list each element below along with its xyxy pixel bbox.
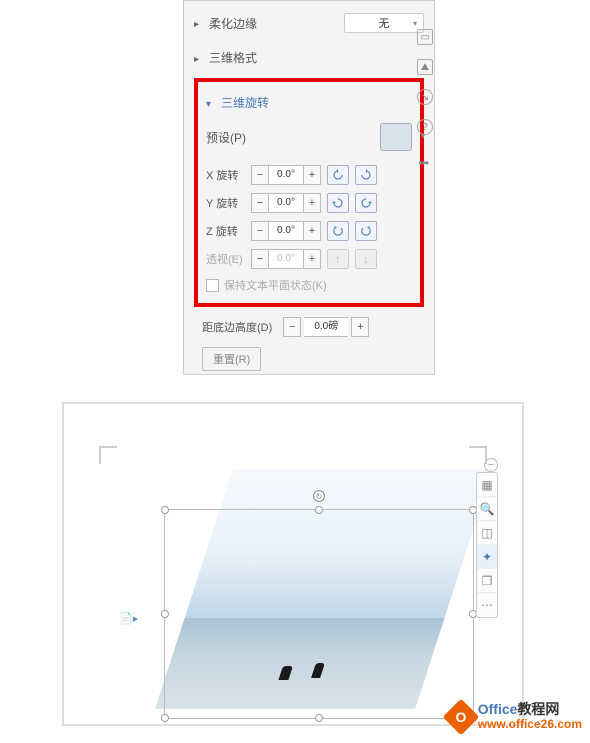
preset-dropdown[interactable]: ▾ [380,123,412,151]
distance-label: 距底边高度(D) [202,319,272,335]
3d-format-label: 三维格式 [209,49,257,66]
resize-handle-tl[interactable] [161,506,169,514]
panel-side-icons: ▭ ⛰ ↘ ? [414,29,436,135]
3d-format-section[interactable]: 三维格式 [194,45,424,70]
3d-rotation-header[interactable]: 三维旋转 [206,94,412,111]
reset-button[interactable]: 重置(R) [202,347,261,371]
watermark: Office教程网 www.office26.com [448,702,582,731]
z-value[interactable]: 0.0° [269,221,303,241]
y-plus-button[interactable]: + [303,193,321,213]
selection-frame[interactable] [164,509,474,719]
crop-mark-tl [99,446,117,464]
layer-icon[interactable]: ❐ [477,569,497,593]
x-rotate-left-button[interactable] [327,165,349,185]
perspective-plus-button: + [303,249,321,269]
z-minus-button[interactable]: − [251,221,269,241]
distance-minus-button[interactable]: − [283,317,301,337]
z-rotation-spinner: − 0.0° + [251,221,321,241]
x-rotation-spinner: − 0.0° + [251,165,321,185]
arrow-up-icon: ↑ [335,252,341,266]
perspective-down-button: ↓ [355,249,377,269]
collapse-button[interactable]: − [484,458,498,472]
fill-icon[interactable]: ▦ [477,473,497,497]
x-value[interactable]: 0.0° [269,165,303,185]
watermark-brand1: Office [478,701,518,717]
resize-handle-l[interactable] [161,610,169,618]
x-rotate-right-button[interactable] [355,165,377,185]
help-icon[interactable]: ? [417,119,433,135]
3d-rotation-label: 三维旋转 [221,94,269,111]
preset-row: 预设(P) ▾ [206,123,412,151]
image-toolbar: ▦ 🔍 ◫ ✦ ❐ ⋯ [476,472,498,618]
soft-edges-label: 柔化边缘 [209,15,257,32]
keep-text-flat-row[interactable]: 保持文本平面状态(K) [206,277,412,293]
distance-row: 距底边高度(D) − 0.0磅 + [202,317,416,337]
watermark-brand2: 教程网 [517,701,559,717]
clipboard-icon[interactable]: ▭ [417,29,433,45]
preset-label: 预设(P) [206,129,246,146]
y-rotation-label: Y 旋转 [206,195,248,211]
crop-icon[interactable]: ◫ [477,521,497,545]
arrow-down-icon: ↓ [363,252,369,266]
watermark-logo [442,698,479,735]
y-rotation-row: Y 旋转 − 0.0° + [206,193,412,213]
perspective-label: 透视(E) [206,251,248,267]
z-rotate-ccw-button[interactable] [327,221,349,241]
format-panel: 柔化边缘 无 三维格式 三维旋转 预设(P) ▾ [183,0,435,375]
z-rotate-cw-button[interactable] [355,221,377,241]
z-rotation-label: Z 旋转 [206,223,248,239]
bottom-section: 距底边高度(D) − 0.0磅 + 重置(R) [194,307,424,381]
watermark-url: www.office26.com [478,718,582,731]
menu-dots-icon[interactable]: ••• [418,156,428,170]
resize-handle-bl[interactable] [161,714,169,722]
y-rotate-down-button[interactable] [355,193,377,213]
keep-text-flat-label: 保持文本平面状态(K) [224,277,327,293]
highlight-box: 三维旋转 预设(P) ▾ X 旋转 − 0.0° + [194,78,424,307]
y-value[interactable]: 0.0° [269,193,303,213]
anchor-icon: 📄▸ [119,612,138,625]
soft-edges-dropdown[interactable]: 无 [344,13,424,33]
perspective-spinner: − 0.0° + [251,249,321,269]
x-minus-button[interactable]: − [251,165,269,185]
picture-icon[interactable]: ⛰ [417,59,433,75]
y-minus-button[interactable]: − [251,193,269,213]
document-canvas: 📄▸ − ▦ 🔍 ◫ ✦ ❐ ⋯ [62,402,524,726]
x-plus-button[interactable]: + [303,165,321,185]
x-rotation-row: X 旋转 − 0.0° + [206,165,412,185]
resize-handle-t[interactable] [315,506,323,514]
y-rotate-up-button[interactable] [327,193,349,213]
more-icon[interactable]: ⋯ [477,593,497,617]
perspective-up-button: ↑ [327,249,349,269]
z-rotation-row: Z 旋转 − 0.0° + [206,221,412,241]
effects-icon[interactable]: ✦ [477,545,497,569]
perspective-minus-button: − [251,249,269,269]
perspective-value: 0.0° [269,249,303,269]
perspective-row: 透视(E) − 0.0° + ↑ ↓ [206,249,412,269]
distance-value[interactable]: 0.0磅 [304,317,348,337]
resize-handle-b[interactable] [315,714,323,722]
z-plus-button[interactable]: + [303,221,321,241]
keep-text-flat-checkbox[interactable] [206,279,219,292]
y-rotation-spinner: − 0.0° + [251,193,321,213]
soft-edges-section[interactable]: 柔化边缘 无 [194,9,424,37]
distance-plus-button[interactable]: + [351,317,369,337]
arrow-icon[interactable]: ↘ [417,89,433,105]
rotate-handle[interactable] [313,490,325,502]
x-rotation-label: X 旋转 [206,167,248,183]
search-icon[interactable]: 🔍 [477,497,497,521]
